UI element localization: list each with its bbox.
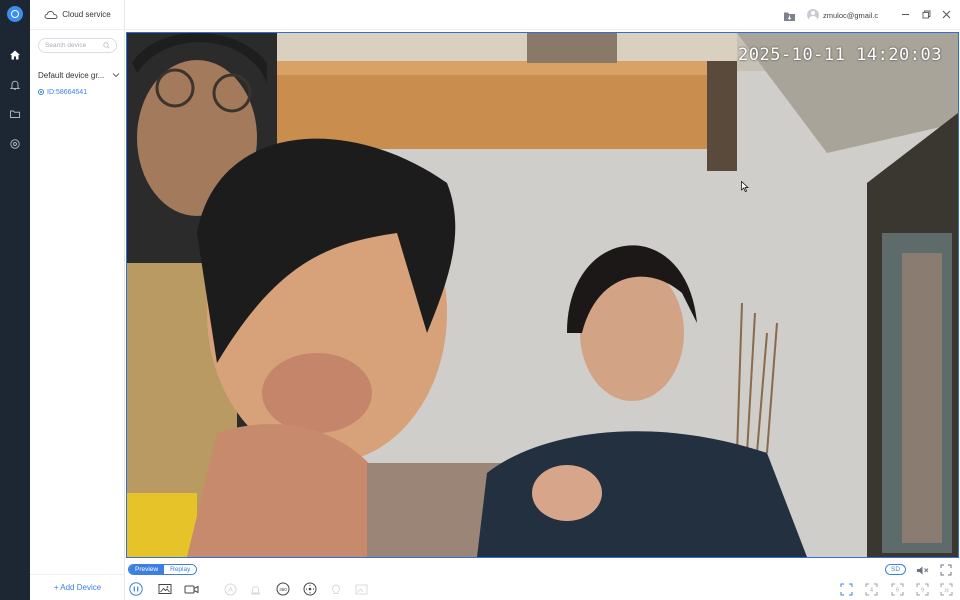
device-search[interactable]: [38, 38, 117, 53]
image-icon: [158, 584, 172, 594]
device-id-label: ID:58664541: [47, 88, 88, 96]
avatar: [807, 9, 819, 21]
intercom-icon: [224, 583, 236, 595]
playback-toolbar: Preview Replay SD 360 4 6 9 16: [125, 559, 960, 600]
talk-button[interactable]: [222, 581, 238, 597]
fullscreen-icon: [940, 564, 952, 576]
chevron-down-icon[interactable]: [112, 72, 120, 78]
image-edit-icon: [355, 584, 368, 594]
account-email: zmuloc@gmail.c: [823, 10, 879, 20]
pause-button[interactable]: [128, 581, 144, 597]
fullscreen-button[interactable]: [938, 562, 954, 578]
home-nav-button[interactable]: [0, 44, 30, 66]
gallery-button[interactable]: [354, 581, 370, 597]
nav-rail: [0, 0, 30, 600]
restore-button[interactable]: [919, 7, 933, 21]
account-menu[interactable]: zmuloc@gmail.c: [807, 9, 878, 21]
folder-icon: [10, 110, 20, 118]
svg-text:9: 9: [921, 587, 924, 593]
view-mode-tabs: Preview Replay: [128, 564, 198, 575]
layout-single-button[interactable]: [838, 581, 854, 597]
layout-6-button[interactable]: 6: [889, 581, 905, 597]
device-panel: Cloud service Default device gr... ID:58…: [30, 0, 125, 600]
restore-icon: [922, 10, 930, 18]
cloud-service-header[interactable]: Cloud service: [30, 0, 125, 30]
minimize-icon: [901, 13, 909, 15]
svg-text:4: 4: [870, 587, 873, 593]
grid-6-icon: 6: [891, 583, 903, 595]
lightbulb-icon: [332, 584, 340, 594]
quality-sd-button[interactable]: SD: [885, 564, 906, 575]
download-folder-icon: [784, 12, 795, 21]
bell-icon: [9, 80, 21, 90]
video-timestamp: 2025-10-11 14:20:03: [738, 45, 942, 65]
device-group-label: Default device gr...: [38, 70, 105, 80]
close-icon: [942, 10, 950, 18]
app-logo-icon: [7, 6, 23, 22]
home-icon: [10, 50, 20, 60]
layout-9-button[interactable]: 9: [914, 581, 930, 597]
live-video-view[interactable]: 2025-10-11 14:20:03: [126, 32, 959, 558]
camera-feed-image: [127, 33, 958, 557]
close-button[interactable]: [939, 7, 953, 21]
add-device-label: + Add Device: [53, 583, 102, 592]
device-group-row[interactable]: Default device gr...: [38, 69, 120, 81]
cloud-service-label: Cloud service: [62, 10, 111, 19]
light-button[interactable]: [328, 581, 344, 597]
svg-text:16: 16: [944, 587, 949, 592]
svg-text:360: 360: [279, 587, 287, 592]
mute-button[interactable]: [914, 562, 930, 578]
add-device-button[interactable]: + Add Device: [30, 574, 125, 600]
fit-screen-icon: [840, 583, 852, 595]
alarm-button[interactable]: [247, 581, 263, 597]
device-item[interactable]: ID:58664541: [38, 87, 87, 97]
search-icon[interactable]: [103, 41, 110, 50]
mouse-cursor-icon: [741, 181, 749, 192]
panorama-button[interactable]: 360: [275, 581, 291, 597]
tab-replay[interactable]: Replay: [164, 565, 197, 574]
rotate-360-icon: 360: [276, 582, 290, 596]
alerts-nav-button[interactable]: [0, 74, 30, 96]
direction-pad-icon: [303, 582, 317, 596]
settings-icon: [10, 139, 20, 149]
downloads-folder-button[interactable]: [783, 9, 796, 27]
settings-nav-button[interactable]: [0, 133, 30, 155]
search-device-input[interactable]: [45, 42, 99, 49]
snapshot-button[interactable]: [157, 581, 173, 597]
grid-4-icon: 4: [865, 583, 877, 595]
speaker-muted-icon: [916, 566, 928, 574]
record-button[interactable]: [183, 581, 199, 597]
layout-16-button[interactable]: 16: [938, 581, 954, 597]
grid-16-icon: 16: [940, 583, 952, 595]
layout-4-button[interactable]: 4: [863, 581, 879, 597]
siren-icon: [250, 585, 260, 594]
camera-status-icon: [38, 89, 44, 95]
svg-text:6: 6: [896, 587, 899, 593]
pause-icon: [129, 582, 143, 596]
minimize-button[interactable]: [898, 7, 912, 21]
tab-preview[interactable]: Preview: [129, 565, 165, 574]
cloud-icon: [44, 10, 58, 19]
ptz-button[interactable]: [302, 581, 318, 597]
video-camera-icon: [184, 585, 198, 593]
grid-9-icon: 9: [916, 583, 928, 595]
files-nav-button[interactable]: [0, 103, 30, 125]
title-bar: zmuloc@gmail.c: [125, 0, 960, 30]
